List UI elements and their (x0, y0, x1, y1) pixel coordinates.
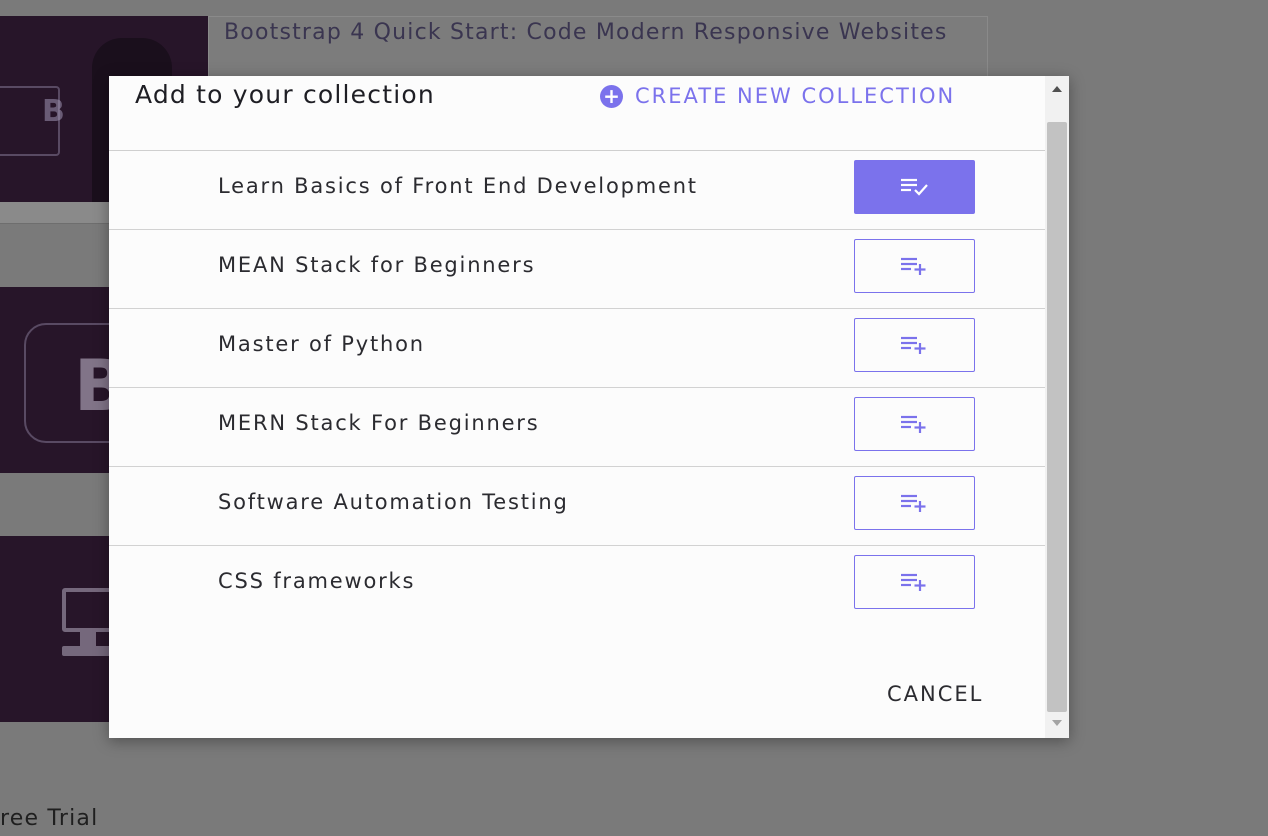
playlist-add-icon (900, 573, 925, 591)
add-to-collection-dialog: Add to your collection + CREATE NEW COLL… (109, 76, 1069, 738)
add-to-collection-button[interactable] (854, 239, 975, 293)
collection-row: MERN Stack For Beginners (109, 388, 1045, 467)
page: B Bootstrap 4 Quick Start: Code Modern R… (0, 0, 1268, 836)
monitor-icon (62, 588, 114, 632)
free-trial-link[interactable]: ree Trial (0, 806, 98, 831)
plus-circle-icon: + (600, 84, 623, 108)
collection-row: Master of Python (109, 309, 1045, 388)
dialog-scrollbar[interactable] (1045, 76, 1069, 738)
playlist-add-icon (900, 494, 925, 512)
collection-row: Software Automation Testing (109, 467, 1045, 546)
create-new-collection-button[interactable]: + CREATE NEW COLLECTION (600, 84, 955, 108)
playlist-add-icon (900, 336, 925, 354)
collection-row: Learn Basics of Front End Development (109, 151, 1045, 230)
course-title[interactable]: Bootstrap 4 Quick Start: Code Modern Res… (224, 16, 964, 49)
collection-name: MEAN Stack for Beginners (218, 253, 536, 277)
dialog-title: Add to your collection (135, 80, 435, 109)
collection-name: Master of Python (218, 332, 425, 356)
scrollbar-thumb[interactable] (1047, 122, 1067, 712)
add-to-collection-button[interactable] (854, 397, 975, 451)
collection-row: CSS frameworks (109, 546, 1045, 625)
create-new-collection-label: CREATE NEW COLLECTION (635, 84, 956, 108)
collection-name: Software Automation Testing (218, 490, 569, 514)
collection-name: MERN Stack For Beginners (218, 411, 540, 435)
add-to-collection-button[interactable] (854, 555, 975, 609)
monitor-base (62, 646, 114, 656)
scroll-up-arrow-icon[interactable] (1045, 78, 1069, 100)
add-to-collection-button[interactable] (854, 318, 975, 372)
scroll-down-arrow-icon[interactable] (1045, 712, 1069, 734)
collection-list: Learn Basics of Front End Development ME… (109, 151, 1045, 625)
playlist-add-icon (900, 257, 925, 275)
bootstrap-logo-icon: B (42, 94, 65, 129)
collection-name: CSS frameworks (218, 569, 416, 593)
playlist-check-icon (900, 178, 928, 196)
collection-row: MEAN Stack for Beginners (109, 230, 1045, 309)
collection-name: Learn Basics of Front End Development (218, 174, 698, 198)
playlist-add-icon (900, 415, 925, 433)
cancel-button[interactable]: CANCEL (879, 682, 991, 706)
monitor-stand (80, 632, 96, 646)
collection-added-button[interactable] (854, 160, 975, 214)
add-to-collection-button[interactable] (854, 476, 975, 530)
